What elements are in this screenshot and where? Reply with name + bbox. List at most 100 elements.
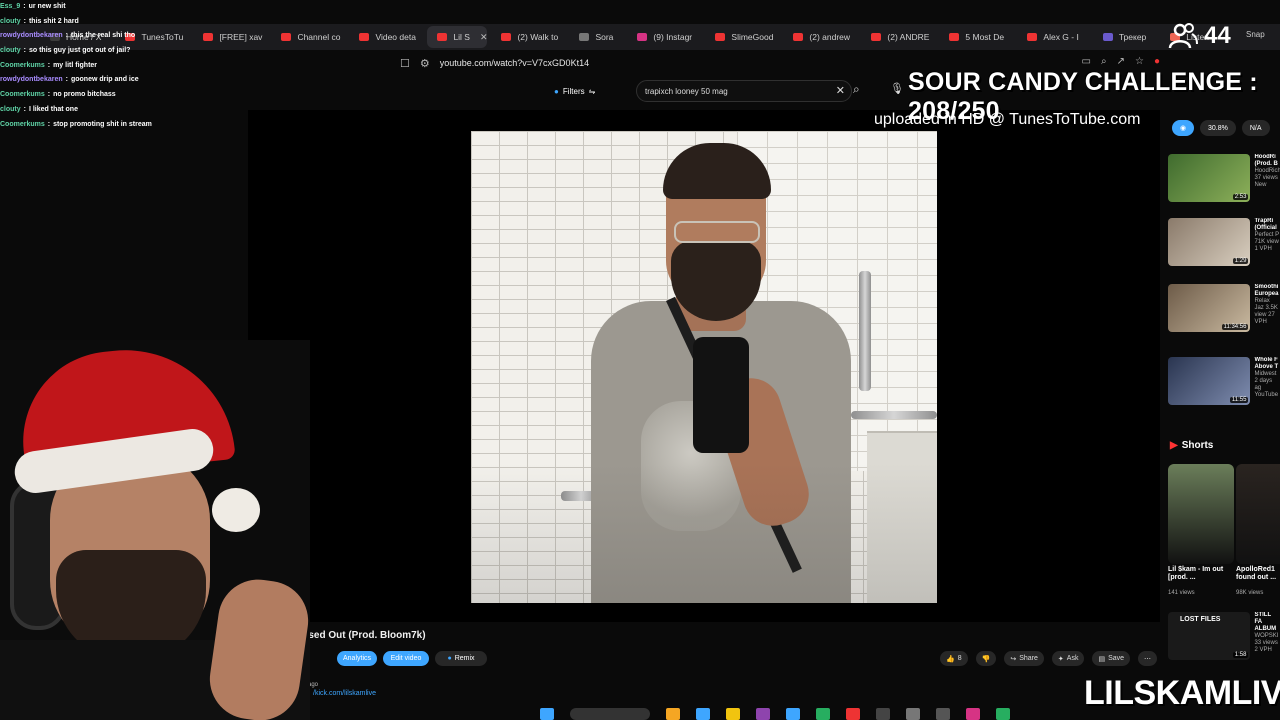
taskbar-app-icon[interactable] xyxy=(846,708,860,720)
clear-search-icon[interactable]: ✕ xyxy=(836,84,845,97)
like-count: 8 xyxy=(957,655,962,662)
rec-thumbnail[interactable]: 1:29 xyxy=(1168,218,1251,266)
chat-username: rowdydontbekaren xyxy=(0,76,63,84)
rec-title: TrapRi (Official xyxy=(1254,218,1277,231)
chat-overlay: Ess_9: ur new shit clouty: this shit 2 hard… xyxy=(0,0,240,132)
grab-bar-vertical xyxy=(859,271,871,391)
chat-username: Coomerkums xyxy=(0,91,45,99)
thumb-text: LOST FILES xyxy=(1180,616,1221,623)
rec-info: STILL FA ALBUM WOPSKI 33 views 2 VPH xyxy=(1254,612,1280,662)
short-thumbnail[interactable] xyxy=(1236,464,1280,564)
tab-favicon-icon xyxy=(281,33,292,41)
browser-tab[interactable]: (2) Walk to xyxy=(491,26,565,48)
short-title[interactable]: ApolloRed1 found out ... xyxy=(1236,566,1280,582)
dislike-button[interactable]: 👎 xyxy=(975,651,997,666)
video-frame-image[interactable] xyxy=(471,131,937,603)
extension-icon[interactable]: ● xyxy=(1154,56,1160,67)
vidiq-chip[interactable]: ◉ xyxy=(1172,120,1194,136)
taskbar-search[interactable] xyxy=(570,708,650,720)
description-link[interactable]: /kick.com/lilskamlive xyxy=(313,690,376,697)
browser-tab[interactable]: Video deta xyxy=(349,26,423,48)
viewer-count-number: 44 xyxy=(1204,22,1231,49)
remix-label: Remix xyxy=(454,655,475,662)
taskbar-app-icon[interactable] xyxy=(966,708,980,720)
save-button[interactable]: ▤ Save xyxy=(1092,651,1131,666)
taskbar-app-icon[interactable] xyxy=(696,708,710,720)
taskbar-app-icon[interactable] xyxy=(936,708,950,720)
rec-meta: Perfect P 71K view 1 VPH xyxy=(1254,232,1280,252)
cast-icon[interactable]: ▭ xyxy=(1082,56,1091,67)
analytics-button[interactable]: Analytics xyxy=(337,651,377,666)
rec-thumbnail[interactable]: 11:55 xyxy=(1168,357,1251,405)
thumbs-up-icon: 👍 xyxy=(946,655,955,663)
bookmark-icon[interactable]: ☐ xyxy=(400,57,410,70)
taskbar-app-icon[interactable] xyxy=(876,708,890,720)
like-button[interactable]: 👍 8 xyxy=(940,651,968,666)
url-text[interactable]: youtube.com/watch?v=V7cxGD0Kt14 xyxy=(440,58,589,68)
taskbar-app-icon[interactable] xyxy=(816,708,830,720)
save-label: Save xyxy=(1108,655,1125,662)
tab-label: Lil S xyxy=(453,32,470,42)
rec-thumbnail[interactable]: 2:53 xyxy=(1168,154,1251,202)
folder-icon[interactable] xyxy=(726,708,740,720)
taskbar-app-icon[interactable] xyxy=(666,708,680,720)
tab-snap[interactable]: Snap xyxy=(1246,30,1265,39)
tab-label: Sora xyxy=(595,32,614,42)
site-info-icon[interactable]: ⚙ xyxy=(420,57,430,70)
more-icon: ⋯ xyxy=(1144,655,1152,663)
rec-thumbnail[interactable]: LOST FILES 1:58 xyxy=(1168,612,1251,660)
browser-tab[interactable]: Alex G - I xyxy=(1017,26,1088,48)
browser-tab[interactable]: Lil S ✕ xyxy=(427,26,488,48)
filter-logo-icon: ● xyxy=(554,86,559,96)
recommendation-item[interactable]: 11:34:56 Smoothi Europea Relax Jaz 3.5K vi… xyxy=(1168,284,1280,334)
short-thumbnail[interactable] xyxy=(1168,464,1234,564)
chip-percent[interactable]: 30.8% xyxy=(1200,120,1236,136)
browser-tab[interactable]: (2) andrew xyxy=(783,26,857,48)
search-input[interactable]: trapixch looney 50 mag ✕ xyxy=(636,80,852,102)
recommendation-item[interactable]: 11:55 Whole F Above T Midwest 2 days ag Yo… xyxy=(1168,357,1280,407)
browser-tab[interactable]: (9) Instagr xyxy=(627,26,701,48)
taskbar-app-icon[interactable] xyxy=(756,708,770,720)
share-icon[interactable]: ↗ xyxy=(1117,56,1125,67)
filters-button[interactable]: ● Filters ⇋ xyxy=(548,82,601,100)
shorts-icon: ▶ xyxy=(1170,440,1178,451)
chat-separator: : xyxy=(23,105,26,113)
browser-tab[interactable]: Channel co xyxy=(271,26,345,48)
rec-thumbnail[interactable]: 11:34:56 xyxy=(1168,284,1251,332)
tab-favicon-icon xyxy=(501,33,512,41)
filter-sliders-icon: ⇋ xyxy=(588,86,596,96)
windows-start-icon[interactable] xyxy=(540,708,554,720)
search-icon[interactable]: ⌕ xyxy=(853,82,860,97)
star-icon[interactable]: ☆ xyxy=(1135,56,1144,67)
recommendation-item[interactable]: 2:53 HoodRi (Prod. B HoodRich 37 views New xyxy=(1168,154,1280,204)
recommendation-item[interactable]: 1:29 TrapRi (Official Perfect P 71K view 1… xyxy=(1168,218,1280,268)
more-button[interactable]: ⋯ xyxy=(1138,651,1158,666)
browser-tab[interactable]: Sora xyxy=(569,26,623,48)
chip-na[interactable]: N/A xyxy=(1241,120,1270,136)
tab-favicon-icon xyxy=(949,33,960,41)
channel-watermark: LILSKAMLIVE xyxy=(1084,674,1280,712)
remix-button[interactable]: ● Remix xyxy=(435,651,487,666)
mic-icon[interactable]: 🎙 xyxy=(890,82,904,95)
edit-video-button[interactable]: Edit video xyxy=(383,651,429,666)
share-button[interactable]: ↪ Share xyxy=(1004,651,1044,666)
taskbar xyxy=(540,708,1100,720)
tab-label: (2) andrew xyxy=(809,32,851,42)
tab-close-icon[interactable]: ✕ xyxy=(480,32,487,43)
short-title[interactable]: Lil $kam - Im out [prod. ... xyxy=(1168,566,1228,582)
browser-tab[interactable]: Трекер xyxy=(1093,26,1156,48)
rec-title: STILL FA ALBUM xyxy=(1254,612,1277,632)
tab-label: (2) ANDRE xyxy=(887,32,930,42)
chat-text: this shit 2 hard xyxy=(28,17,79,25)
taskbar-app-icon[interactable] xyxy=(786,708,800,720)
share-arrow-icon: ↪ xyxy=(1010,655,1017,663)
browser-tab[interactable]: (2) ANDRE xyxy=(861,26,935,48)
ask-button[interactable]: ✦ Ask xyxy=(1051,651,1085,666)
taskbar-app-icon[interactable] xyxy=(906,708,920,720)
zoom-icon[interactable]: ⌕ xyxy=(1101,56,1107,67)
browser-tab[interactable]: SlimeGood xyxy=(705,26,779,48)
taskbar-app-icon[interactable] xyxy=(996,708,1010,720)
recommendation-bottom[interactable]: LOST FILES 1:58 STILL FA ALBUM WOPSKI 33… xyxy=(1168,612,1280,662)
browser-tab[interactable]: 5 Most De xyxy=(939,26,1013,48)
rec-info: HoodRi (Prod. B HoodRich 37 views New xyxy=(1254,154,1280,204)
